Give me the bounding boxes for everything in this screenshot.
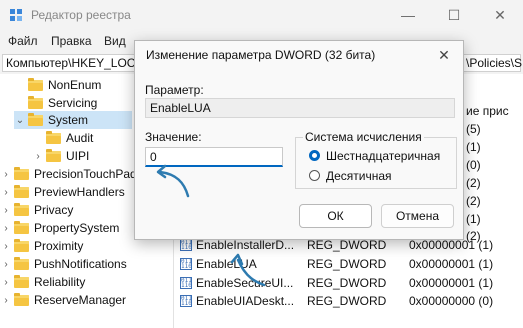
radio-hex[interactable]	[309, 150, 320, 161]
menu-view[interactable]: Вид	[104, 34, 126, 48]
value-data-partial: (1)	[466, 140, 481, 154]
tree-item-system[interactable]: ⌄ System	[14, 111, 132, 129]
tree-item-label: ReserveManager	[34, 293, 127, 307]
folder-icon	[14, 202, 29, 216]
value-data: 0x00000001 (1)	[409, 256, 494, 271]
tree-item-label: PropertySystem	[34, 221, 120, 235]
close-window-button[interactable]: ✕	[477, 0, 523, 30]
chevron-right-icon[interactable]: ›	[0, 259, 12, 270]
menu-edit[interactable]: Правка	[51, 34, 92, 48]
tree-item-reservemanager[interactable]: › ReserveManager	[0, 291, 126, 309]
chevron-right-icon[interactable]: ›	[0, 187, 12, 198]
value-data-partial: (1)	[466, 212, 481, 226]
folder-icon	[46, 130, 61, 144]
value-type: REG_DWORD	[307, 256, 387, 271]
chevron-right-icon[interactable]: ›	[0, 223, 12, 234]
folder-icon	[14, 274, 29, 288]
values-header-partial: ие прис	[466, 104, 509, 118]
tree-item-servicing[interactable]: Servicing	[14, 94, 97, 112]
value-data-partial: (2)	[466, 176, 481, 190]
tree-item-label: Proximity	[34, 239, 84, 253]
address-path-right: \Policies\S	[466, 56, 523, 70]
tree-item-uipi[interactable]: › UIPI	[32, 147, 89, 165]
tree-item-reliability[interactable]: › Reliability	[0, 273, 85, 291]
registry-app-icon	[10, 9, 22, 21]
value-type: REG_DWORD	[307, 293, 387, 308]
chevron-right-icon[interactable]: ›	[0, 295, 12, 306]
value-data: 0x00000001 (1)	[409, 275, 494, 290]
folder-icon	[14, 238, 29, 252]
folder-icon	[14, 292, 29, 306]
tree-item-nonenum[interactable]: NonEnum	[14, 76, 101, 94]
maximize-button[interactable]: ☐	[431, 0, 477, 30]
param-label: Параметр:	[145, 83, 204, 97]
annotation-arrow-icon	[230, 253, 266, 287]
minimize-button[interactable]: —	[385, 0, 431, 30]
chevron-right-icon[interactable]: ›	[0, 277, 12, 288]
tree-item-privacy[interactable]: › Privacy	[0, 201, 73, 219]
dword-value-icon: 011 110	[180, 238, 192, 251]
tree-item-proximity[interactable]: › Proximity	[0, 237, 83, 255]
folder-icon	[28, 95, 43, 109]
radio-hex-label[interactable]: Шестнадцатеричная	[326, 149, 440, 163]
folder-icon	[28, 112, 43, 126]
tree-item-label: PrecisionTouchPad	[34, 167, 137, 181]
dword-value-icon: 011 110	[180, 276, 192, 289]
tree-item-precisiontouchpad[interactable]: › PrecisionTouchPad	[0, 165, 137, 183]
dialog-title: Изменение параметра DWORD (32 бита)	[146, 48, 376, 62]
value-data-partial: (2)	[466, 194, 481, 208]
dword-value-icon: 011 110	[180, 257, 192, 270]
tree-item-label: UIPI	[66, 149, 90, 163]
chevron-right-icon[interactable]: ›	[32, 151, 44, 162]
folder-icon	[46, 148, 61, 162]
value-data: 0x00000000 (0)	[409, 293, 494, 308]
tree-item-pushnotifications[interactable]: › PushNotifications	[0, 255, 127, 273]
chevron-right-icon[interactable]: ›	[0, 241, 12, 252]
tree-item-label: System	[48, 113, 89, 127]
tree-item-audit[interactable]: Audit	[32, 129, 93, 147]
value-label: Значение:	[145, 130, 202, 144]
tree-item-label: PushNotifications	[34, 257, 127, 271]
window-title: Редактор реестра	[31, 8, 131, 22]
number-base-label: Система исчисления	[303, 130, 424, 144]
tree-item-propertysystem[interactable]: › PropertySystem	[0, 219, 119, 237]
chevron-down-icon[interactable]: ⌄	[14, 115, 26, 126]
value-data-partial: (5)	[466, 122, 481, 136]
folder-icon	[14, 256, 29, 270]
tree-item-label: NonEnum	[48, 78, 102, 92]
value-type: REG_DWORD	[307, 275, 387, 290]
tree-item-label: Privacy	[34, 203, 74, 217]
value-data-partial: (0)	[466, 158, 481, 172]
folder-icon	[14, 220, 29, 234]
address-path-left: Компьютер\HKEY_LOCA	[6, 56, 144, 70]
value-name: EnableUIADeskt...	[196, 293, 295, 308]
tree-item-label: Servicing	[48, 96, 98, 110]
dialog-close-button[interactable]: ✕	[424, 40, 464, 70]
dword-value-icon: 011 110	[180, 294, 192, 307]
tree-item-previewhandlers[interactable]: › PreviewHandlers	[0, 183, 125, 201]
radio-dec[interactable]	[309, 170, 320, 181]
tree-item-label: Reliability	[34, 275, 86, 289]
menu-file[interactable]: Файл	[8, 34, 38, 48]
value-row[interactable]: 011 110 EnableUIADeskt... REG_DWORD 0x000…	[180, 291, 520, 310]
tree-item-label: Audit	[66, 131, 94, 145]
folder-icon	[14, 184, 29, 198]
ok-button[interactable]: ОК	[299, 204, 372, 228]
cancel-button[interactable]: Отмена	[381, 204, 454, 228]
folder-icon	[14, 166, 29, 180]
radio-dec-label[interactable]: Десятичная	[326, 169, 392, 183]
chevron-right-icon[interactable]: ›	[0, 169, 12, 180]
annotation-arrow-icon	[156, 164, 190, 198]
tree-item-label: PreviewHandlers	[34, 185, 125, 199]
param-name-field: EnableLUA	[145, 98, 455, 118]
folder-icon	[28, 77, 43, 91]
chevron-right-icon[interactable]: ›	[0, 205, 12, 216]
